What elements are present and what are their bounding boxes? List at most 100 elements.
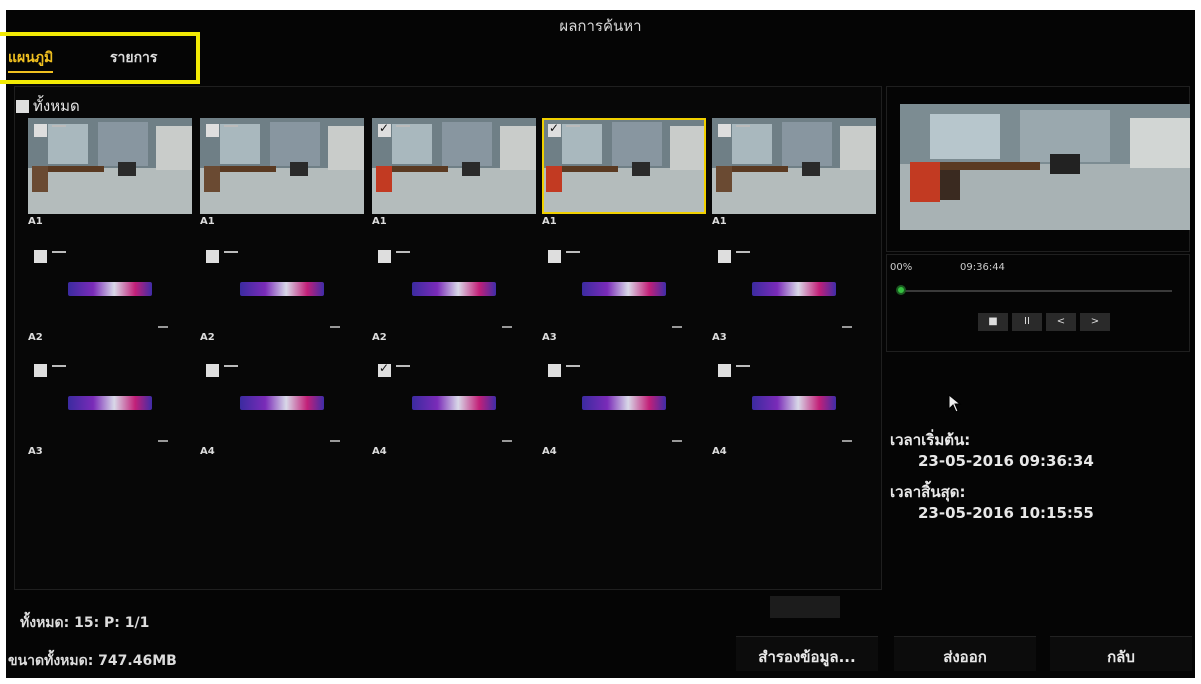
result-thumbnail[interactable] — [542, 118, 706, 214]
camera-label: A2 — [28, 332, 43, 343]
result-checkbox[interactable] — [34, 364, 47, 377]
separator — [158, 326, 168, 328]
result-checkbox[interactable] — [548, 364, 561, 377]
no-image-logo — [68, 282, 152, 296]
result-item[interactable]: A1 — [200, 118, 364, 230]
separator — [502, 440, 512, 442]
no-image-logo — [68, 396, 152, 410]
result-checkbox[interactable] — [548, 250, 561, 263]
separator — [502, 326, 512, 328]
checkbox-caption — [736, 365, 750, 367]
tab-list[interactable]: รายการ — [110, 47, 157, 69]
result-checkbox[interactable] — [718, 250, 731, 263]
checkbox-caption — [566, 251, 580, 253]
camera-label: A1 — [200, 216, 215, 227]
separator — [842, 440, 852, 442]
camera-label: A4 — [712, 446, 727, 457]
prev-button[interactable]: < — [1046, 313, 1076, 331]
camera-label: A4 — [542, 446, 557, 457]
camera-label: A2 — [372, 332, 387, 343]
playback-slider-track[interactable] — [900, 290, 1172, 292]
result-item[interactable]: A3 — [542, 244, 706, 343]
export-button[interactable]: ส่งออก — [894, 636, 1036, 671]
stop-button[interactable]: ■ — [978, 313, 1008, 331]
separator — [672, 326, 682, 328]
result-checkbox[interactable] — [206, 250, 219, 263]
result-thumbnail[interactable] — [372, 118, 536, 214]
tab-chart[interactable]: แผนภูมิ — [8, 47, 54, 73]
result-checkbox[interactable] — [548, 121, 561, 137]
result-item[interactable]: A1 — [28, 118, 192, 230]
result-checkbox[interactable] — [206, 124, 219, 137]
pause-button[interactable]: II — [1012, 313, 1042, 331]
camera-label: A3 — [28, 446, 43, 457]
result-item[interactable]: A1 — [372, 118, 536, 230]
result-checkbox[interactable] — [718, 124, 731, 137]
backup-button[interactable]: สำรองข้อมูล... — [736, 636, 878, 671]
select-all-label: ทั้งหมด — [33, 97, 80, 115]
playback-time: 09:36:44 — [960, 262, 1005, 273]
end-time-value: 23-05-2016 10:15:55 — [918, 504, 1094, 522]
result-item[interactable]: A2 — [372, 244, 536, 343]
result-item[interactable]: A2 — [28, 244, 192, 343]
no-image-logo — [752, 396, 836, 410]
camera-label: A4 — [200, 446, 215, 457]
next-button[interactable]: > — [1080, 313, 1110, 331]
result-item[interactable]: A4 — [200, 358, 364, 457]
camera-label: A1 — [712, 216, 727, 227]
result-checkbox[interactable] — [34, 250, 47, 263]
camera-label: A3 — [542, 332, 557, 343]
result-item[interactable]: A1 — [712, 118, 876, 230]
select-all[interactable]: ทั้งหมด — [16, 94, 80, 118]
back-button[interactable]: กลับ — [1050, 636, 1192, 671]
camera-label: A1 — [372, 216, 387, 227]
result-item[interactable]: A4 — [712, 358, 876, 457]
checkbox-caption — [52, 365, 66, 367]
total-count: ทั้งหมด: 15: P: 1/1 — [20, 615, 150, 631]
playback-slider-handle[interactable] — [896, 285, 906, 295]
result-checkbox[interactable] — [378, 250, 391, 263]
no-image-logo — [582, 396, 666, 410]
result-item[interactable]: A3 — [712, 244, 876, 343]
result-item[interactable]: A2 — [200, 244, 364, 343]
result-thumbnail[interactable] — [712, 118, 876, 214]
checkbox-caption — [224, 365, 238, 367]
separator — [158, 440, 168, 442]
camera-label: A1 — [28, 216, 43, 227]
result-checkbox[interactable] — [718, 364, 731, 377]
result-checkbox[interactable] — [378, 361, 391, 377]
result-item[interactable]: A4 — [542, 358, 706, 457]
no-image-logo — [240, 396, 324, 410]
checkbox-caption — [396, 251, 410, 253]
no-image-logo — [752, 282, 836, 296]
camera-label: A2 — [200, 332, 215, 343]
result-item[interactable]: A1 — [542, 118, 706, 230]
checkbox-caption — [52, 125, 66, 127]
no-image-logo — [240, 282, 324, 296]
result-checkbox[interactable] — [378, 121, 391, 137]
checkbox-caption — [52, 251, 66, 253]
playback-progress: 00% — [890, 262, 913, 273]
start-time-value: 23-05-2016 09:36:34 — [918, 452, 1094, 470]
page-box — [770, 596, 840, 618]
start-time-label: เวลาเริ่มต้น: — [890, 431, 971, 449]
no-image-logo — [412, 396, 496, 410]
result-thumbnail[interactable] — [200, 118, 364, 214]
result-item[interactable]: A4 — [372, 358, 536, 457]
no-image-logo — [582, 282, 666, 296]
end-time-label: เวลาสิ้นสุด: — [890, 483, 966, 501]
separator — [330, 440, 340, 442]
no-image-logo — [412, 282, 496, 296]
preview-video[interactable] — [900, 104, 1190, 230]
select-all-checkbox[interactable] — [16, 99, 29, 113]
separator — [672, 440, 682, 442]
total-size: ขนาดทั้งหมด: 747.46MB — [8, 653, 177, 669]
result-thumbnail[interactable] — [28, 118, 192, 214]
checkbox-caption — [566, 365, 580, 367]
checkbox-caption — [224, 251, 238, 253]
result-item[interactable]: A3 — [28, 358, 192, 457]
checkbox-caption — [736, 251, 750, 253]
result-checkbox[interactable] — [34, 124, 47, 137]
result-checkbox[interactable] — [206, 364, 219, 377]
separator — [330, 326, 340, 328]
